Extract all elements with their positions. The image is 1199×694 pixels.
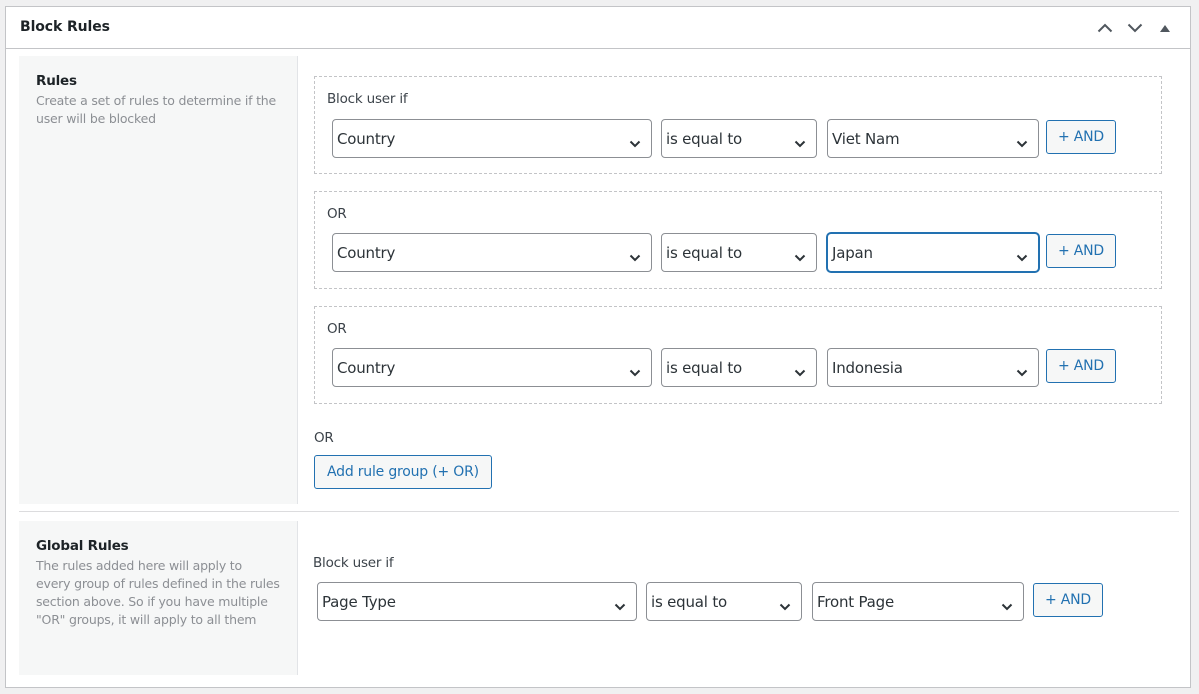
rules-title: Rules <box>36 73 77 89</box>
chevron-down-icon <box>1016 363 1028 381</box>
panel-title: Block Rules <box>20 19 110 35</box>
chevron-down-icon <box>629 248 641 266</box>
global-rules-content: Block user if Page Type is equal to Fron… <box>298 521 1179 675</box>
block-rules-panel: Block Rules Rules Create a set of rules … <box>5 6 1191 688</box>
operator-select[interactable]: is equal to <box>661 233 817 272</box>
add-and-button[interactable]: + AND <box>1046 119 1116 154</box>
or-label: OR <box>314 430 334 446</box>
panel-header: Block Rules <box>6 7 1190 49</box>
rule-row: Country is equal to Viet Nam + AND <box>332 119 1116 158</box>
group-label: Block user if <box>327 91 408 107</box>
global-rules-label-column: Global Rules The rules added here will a… <box>19 521 298 675</box>
rules-content: Block user if Country is equal to Viet N… <box>298 56 1179 504</box>
operator-select[interactable]: is equal to <box>646 582 802 621</box>
rules-section: Rules Create a set of rules to determine… <box>19 56 1179 504</box>
field-select[interactable]: Country <box>332 233 652 272</box>
field-select[interactable]: Country <box>332 348 652 387</box>
field-select[interactable]: Page Type <box>317 582 637 621</box>
panel-handle-actions <box>1090 15 1180 41</box>
field-select-value: Country <box>337 358 396 377</box>
group-label: OR <box>327 321 347 337</box>
chevron-down-icon <box>629 363 641 381</box>
chevron-up-icon <box>1097 23 1113 33</box>
chevron-down-icon <box>1001 597 1013 615</box>
global-rules-title: Global Rules <box>36 538 129 554</box>
chevron-down-icon <box>794 134 806 152</box>
operator-select-value: is equal to <box>666 243 742 262</box>
operator-select[interactable]: is equal to <box>661 348 817 387</box>
field-select-value: Country <box>337 129 396 148</box>
chevron-down-icon <box>629 134 641 152</box>
chevron-down-icon <box>1016 134 1028 152</box>
operator-select-value: is equal to <box>666 358 742 377</box>
add-and-button[interactable]: + AND <box>1046 348 1116 383</box>
field-select[interactable]: Country <box>332 119 652 158</box>
global-rules-description: The rules added here will apply to every… <box>36 558 280 627</box>
operator-select-value: is equal to <box>666 129 742 148</box>
toggle-panel-button[interactable] <box>1150 15 1180 41</box>
triangle-up-icon <box>1160 24 1170 32</box>
rule-group: Block user if Country is equal to Viet N… <box>314 76 1162 174</box>
value-select[interactable]: Japan <box>827 233 1039 272</box>
chevron-down-icon <box>614 597 626 615</box>
chevron-down-icon <box>1016 248 1028 266</box>
chevron-down-icon <box>1127 23 1143 33</box>
rules-description: Create a set of rules to determine if th… <box>36 93 277 126</box>
move-up-button[interactable] <box>1090 15 1120 41</box>
global-rules-section: Global Rules The rules added here will a… <box>19 521 1179 675</box>
chevron-down-icon <box>779 597 791 615</box>
value-select[interactable]: Viet Nam <box>827 119 1039 158</box>
group-label: OR <box>327 206 347 222</box>
value-select[interactable]: Front Page <box>812 582 1024 621</box>
move-down-button[interactable] <box>1120 15 1150 41</box>
add-and-button[interactable]: + AND <box>1046 233 1116 268</box>
rule-row: Country is equal to Japan + AND <box>332 233 1116 272</box>
operator-select[interactable]: is equal to <box>661 119 817 158</box>
value-select-value: Front Page <box>817 592 895 611</box>
rule-group: OR Country is equal to Indonesia + AND <box>314 306 1162 404</box>
rule-row: Page Type is equal to Front Page + AND <box>317 582 1103 621</box>
chevron-down-icon <box>794 248 806 266</box>
add-rule-group-button[interactable]: Add rule group (+ OR) <box>314 455 492 489</box>
rule-group: OR Country is equal to Japan + AND <box>314 191 1162 289</box>
add-and-button[interactable]: + AND <box>1033 582 1103 617</box>
field-select-value: Page Type <box>322 592 396 611</box>
value-select-value: Japan <box>832 243 873 262</box>
chevron-down-icon <box>794 363 806 381</box>
rule-row: Country is equal to Indonesia + AND <box>332 348 1116 387</box>
field-select-value: Country <box>337 243 396 262</box>
rules-label-column: Rules Create a set of rules to determine… <box>19 56 298 504</box>
value-select-value: Viet Nam <box>832 129 900 148</box>
section-divider <box>19 511 1179 512</box>
value-select-value: Indonesia <box>832 358 903 377</box>
group-label: Block user if <box>313 555 394 571</box>
operator-select-value: is equal to <box>651 592 727 611</box>
value-select[interactable]: Indonesia <box>827 348 1039 387</box>
